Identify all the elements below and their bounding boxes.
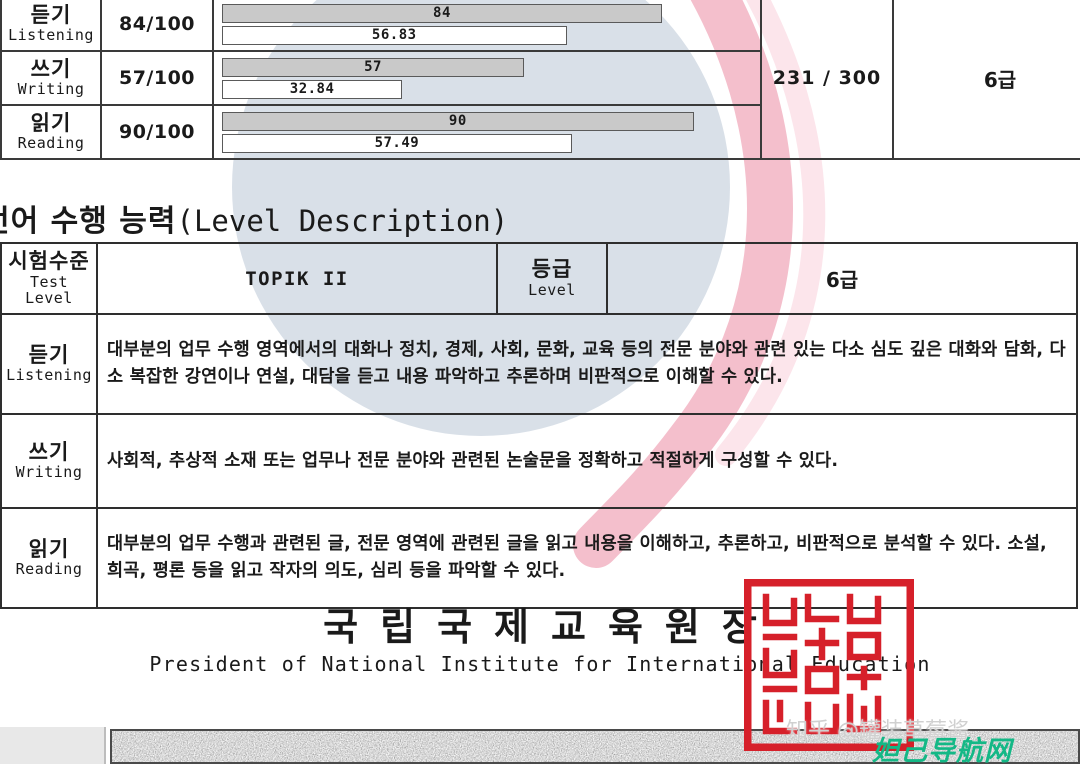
level-heading-en: (Level Description) — [176, 204, 509, 238]
level-test-level-en: Test Level — [25, 272, 73, 308]
score-table: 듣기 Listening 84/100 84 56.83 231 / 300 6… — [0, 0, 1080, 160]
score-bar-avg-reading: 57.49 — [222, 133, 572, 153]
issuer-title-en: President of National Institute for Inte… — [149, 651, 931, 676]
score-bar-avg-label-writing: 32.84 — [289, 81, 335, 97]
level-row-writing: 쓰기 Writing 사회적, 추상적 소재 또는 업무나 전문 분야와 관련된… — [0, 413, 1078, 510]
level-test-level-kr: 시험수준 — [8, 249, 90, 273]
score-value-writing: 57/100 — [100, 50, 214, 106]
level-test-level-value: TOPIK II — [96, 241, 498, 316]
level-key-writing: 쓰기 Writing — [0, 413, 98, 510]
level-key-kr-reading: 읽기 — [28, 536, 70, 561]
signature-block: 국립국제교육원장 President of National Institute… — [0, 605, 1080, 676]
score-bar-own-label-writing: 57 — [364, 59, 382, 75]
score-value-reading: 90/100 — [100, 104, 214, 160]
score-area-en-reading: Reading — [17, 134, 85, 153]
level-desc-writing: 사회적, 추상적 소재 또는 업무나 전문 분야와 관련된 논술문을 정확하고 … — [96, 413, 1078, 510]
level-desc-listening: 대부분의 업무 수행 영역에서의 대화나 정치, 경제, 사회, 문화, 교육 … — [96, 313, 1078, 416]
score-area-kr-writing: 쓰기 — [30, 56, 72, 81]
score-area-cell-reading: 읽기 Reading — [0, 104, 102, 160]
level-description-heading: 언어 수행 능력(Level Description) — [0, 196, 508, 240]
level-heading-kr: 언어 수행 능력 — [0, 204, 177, 239]
score-total-value: 231 / 300 — [760, 0, 894, 160]
strip-left-panel — [0, 727, 106, 764]
issuer-title-kr: 국립국제교육원장 — [323, 605, 779, 649]
score-bar-avg-writing: 32.84 — [222, 79, 403, 99]
level-description-table: 시험수준 Test Level TOPIK II 등급 Level 6급 듣기 … — [0, 241, 1078, 610]
level-row-listening: 듣기 Listening 대부분의 업무 수행 영역에서의 대화나 정치, 경제… — [0, 313, 1078, 416]
score-bar-avg-label-reading: 57.49 — [374, 135, 420, 151]
level-level-key: 등급 Level — [496, 241, 608, 316]
level-key-listening: 듣기 Listening — [0, 313, 98, 416]
score-bar-own-label-reading: 90 — [448, 113, 467, 129]
score-area-en-writing: Writing — [17, 80, 85, 99]
score-area-kr-listening: 듣기 — [30, 2, 72, 27]
score-bars-reading: 90 57.49 — [212, 104, 762, 160]
level-level-kr: 등급 — [531, 257, 573, 282]
site-watermark: 妲己导航网 — [872, 736, 1012, 767]
level-row-reading: 읽기 Reading 대부분의 업무 수행과 관련된 글, 전문 영역에 관련된… — [0, 507, 1078, 610]
level-test-level-key: 시험수준 Test Level — [0, 241, 98, 316]
certificate-page: 듣기 Listening 84/100 84 56.83 231 / 300 6… — [0, 0, 1080, 767]
score-bars-listening: 84 56.83 — [212, 0, 762, 52]
level-key-reading: 읽기 Reading — [0, 507, 98, 610]
level-key-en-reading: Reading — [15, 560, 83, 579]
score-area-kr-reading: 읽기 — [30, 110, 72, 135]
score-bar-own-writing: 57 — [222, 57, 525, 77]
score-bar-avg-label-listening: 56.83 — [371, 27, 417, 43]
level-level-value: 6급 — [606, 241, 1078, 316]
score-bars-writing: 57 32.84 — [212, 50, 762, 106]
level-key-en-writing: Writing — [15, 463, 83, 482]
score-area-cell-listening: 듣기 Listening — [0, 0, 102, 52]
score-level-value: 6급 — [892, 0, 1080, 160]
score-bar-own-reading: 90 — [222, 111, 694, 131]
level-desc-reading: 대부분의 업무 수행과 관련된 글, 전문 영역에 관련된 글을 읽고 내용을 … — [96, 507, 1078, 610]
score-row-listening: 듣기 Listening 84/100 84 56.83 231 / 300 6… — [0, 0, 1080, 160]
level-key-kr-writing: 쓰기 — [28, 439, 70, 464]
level-key-kr-listening: 듣기 — [28, 342, 70, 367]
level-level-en: Level — [528, 280, 576, 299]
level-key-en-listening: Listening — [6, 366, 92, 385]
score-bar-avg-listening: 56.83 — [222, 25, 567, 45]
score-value-listening: 84/100 — [100, 0, 214, 52]
level-table-header-row: 시험수준 Test Level TOPIK II 등급 Level 6급 — [0, 241, 1078, 316]
score-area-en-listening: Listening — [8, 26, 94, 45]
score-area-cell-writing: 쓰기 Writing — [0, 50, 102, 106]
score-bar-own-label-listening: 84 — [433, 5, 451, 21]
score-bar-own-listening: 84 — [222, 3, 662, 23]
